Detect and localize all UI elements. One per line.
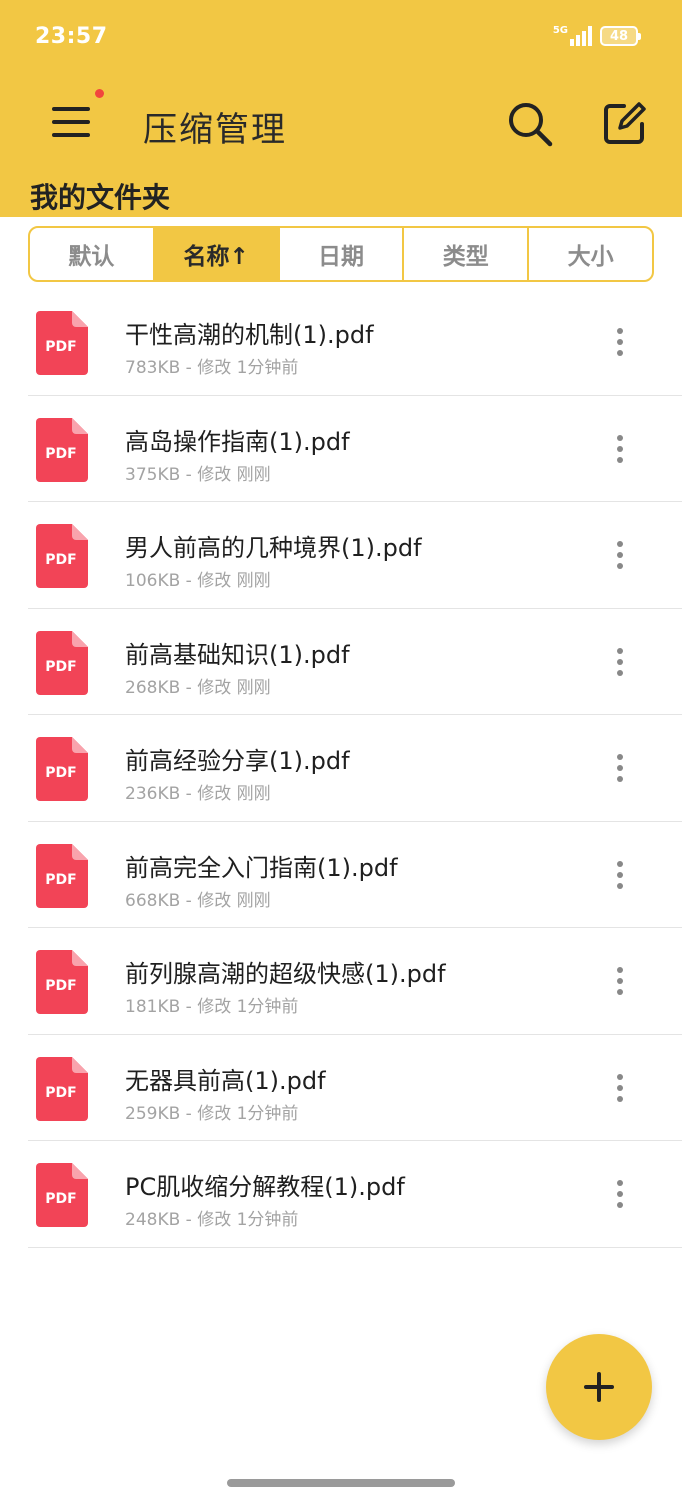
pdf-icon-label: PDF [45, 765, 76, 781]
file-list-item[interactable]: PDF 男人前高的几种境界(1).pdf 106KB - 修改 刚刚 [28, 502, 682, 609]
file-name: 男人前高的几种境界(1).pdf [125, 534, 422, 562]
signal-icon [570, 26, 592, 46]
file-meta: 259KB - 修改 1分钟前 [125, 1103, 299, 1124]
file-meta: 668KB - 修改 刚刚 [125, 890, 271, 911]
more-vertical-icon [617, 860, 623, 889]
file-list-item[interactable]: PDF 无器具前高(1).pdf 259KB - 修改 1分钟前 [28, 1035, 682, 1141]
folder-title: 我的文件夹 [30, 181, 171, 214]
notification-dot [95, 89, 104, 98]
file-meta: 181KB - 修改 1分钟前 [125, 997, 299, 1017]
file-name: PC肌收缩分解教程(1).pdf [125, 1173, 405, 1201]
file-list-item[interactable]: PDF 干性高潮的机制(1).pdf 783KB - 修改 1分钟前 [28, 289, 682, 396]
pdf-file-icon: PDF [36, 1163, 88, 1227]
search-icon [509, 103, 553, 147]
more-options-button[interactable] [610, 327, 630, 357]
sort-tab-default[interactable]: 默认 [30, 228, 155, 280]
more-vertical-icon [617, 967, 623, 995]
more-options-button[interactable] [610, 1179, 630, 1209]
more-options-button[interactable] [610, 966, 630, 996]
more-options-button[interactable] [610, 753, 630, 783]
pdf-file-icon: PDF [36, 737, 88, 801]
page-title: 压缩管理 [143, 110, 287, 150]
file-meta: 106KB - 修改 刚刚 [125, 571, 271, 591]
file-meta: 236KB - 修改 刚刚 [125, 784, 271, 804]
file-meta: 783KB - 修改 1分钟前 [125, 358, 299, 378]
battery-icon: 48 [600, 26, 641, 46]
pdf-file-icon: PDF [36, 1056, 88, 1121]
more-vertical-icon [617, 754, 623, 782]
hamburger-menu-icon [52, 107, 90, 137]
file-list-item[interactable]: PDF 前高基础知识(1).pdf 268KB - 修改 刚刚 [28, 609, 682, 715]
plus-icon [584, 1372, 614, 1402]
more-vertical-icon [617, 1073, 623, 1102]
sort-tab-date[interactable]: 日期 [280, 228, 405, 280]
add-button[interactable] [546, 1334, 652, 1440]
sort-tabs: 默认 名称↑ 日期 类型 大小 [28, 226, 654, 282]
pdf-icon-label: PDF [45, 872, 76, 888]
pdf-icon-label: PDF [45, 339, 76, 355]
pdf-icon-label: PDF [45, 978, 76, 994]
pdf-icon-label: PDF [45, 446, 76, 462]
file-list-item[interactable]: PDF 前高完全入门指南(1).pdf 668KB - 修改 刚刚 [28, 822, 682, 928]
more-vertical-icon [617, 647, 623, 676]
menu-button[interactable] [50, 104, 92, 140]
pdf-file-icon: PDF [36, 630, 88, 695]
more-options-button[interactable] [610, 860, 630, 890]
pdf-file-icon: PDF [36, 950, 88, 1014]
more-options-button[interactable] [610, 540, 630, 570]
more-vertical-icon [617, 541, 623, 569]
battery-level: 48 [609, 28, 629, 44]
file-name: 前高经验分享(1).pdf [125, 747, 350, 775]
more-options-button[interactable] [610, 647, 630, 677]
status-time: 23:57 [35, 24, 108, 49]
file-name: 高岛操作指南(1).pdf [125, 427, 350, 456]
file-meta: 248KB - 修改 1分钟前 [125, 1210, 299, 1230]
file-name: 前高基础知识(1).pdf [125, 640, 350, 669]
pdf-icon-label: PDF [45, 552, 76, 568]
file-meta: 375KB - 修改 刚刚 [125, 464, 271, 485]
network-type: 5G [552, 25, 568, 36]
more-vertical-icon [617, 1180, 623, 1208]
file-list: PDF 干性高潮的机制(1).pdf 783KB - 修改 1分钟前 PDF 高… [0, 289, 682, 1248]
pdf-file-icon: PDF [36, 843, 88, 908]
file-name: 前列腺高潮的超级快感(1).pdf [125, 960, 446, 988]
edit-button[interactable] [600, 100, 648, 148]
file-name: 无器具前高(1).pdf [125, 1066, 326, 1095]
more-vertical-icon [617, 328, 623, 356]
status-icons: 5G 48 [552, 25, 641, 46]
home-indicator[interactable] [227, 1479, 455, 1487]
pdf-icon-label: PDF [45, 659, 76, 675]
file-name: 前高完全入门指南(1).pdf [125, 853, 398, 882]
app-header: 23:57 5G 48 压缩管理 我的文件夹 [0, 0, 682, 217]
edit-icon [604, 102, 646, 144]
file-name: 干性高潮的机制(1).pdf [125, 321, 374, 349]
more-vertical-icon [617, 434, 623, 463]
sort-tab-size[interactable]: 大小 [529, 228, 652, 280]
pdf-icon-label: PDF [45, 1191, 76, 1207]
more-options-button[interactable] [610, 1073, 630, 1103]
pdf-icon-label: PDF [45, 1085, 76, 1101]
file-meta: 268KB - 修改 刚刚 [125, 677, 271, 698]
pdf-file-icon: PDF [36, 417, 88, 482]
file-list-item[interactable]: PDF PC肌收缩分解教程(1).pdf 248KB - 修改 1分钟前 [28, 1141, 682, 1248]
file-list-item[interactable]: PDF 前高经验分享(1).pdf 236KB - 修改 刚刚 [28, 715, 682, 822]
more-options-button[interactable] [610, 434, 630, 464]
pdf-file-icon: PDF [36, 524, 88, 588]
sort-tab-type[interactable]: 类型 [404, 228, 530, 280]
file-list-item[interactable]: PDF 高岛操作指南(1).pdf 375KB - 修改 刚刚 [28, 396, 682, 502]
file-list-item[interactable]: PDF 前列腺高潮的超级快感(1).pdf 181KB - 修改 1分钟前 [28, 928, 682, 1035]
search-button[interactable] [506, 100, 554, 148]
pdf-file-icon: PDF [36, 311, 88, 375]
sort-tab-name[interactable]: 名称↑ [154, 228, 280, 280]
